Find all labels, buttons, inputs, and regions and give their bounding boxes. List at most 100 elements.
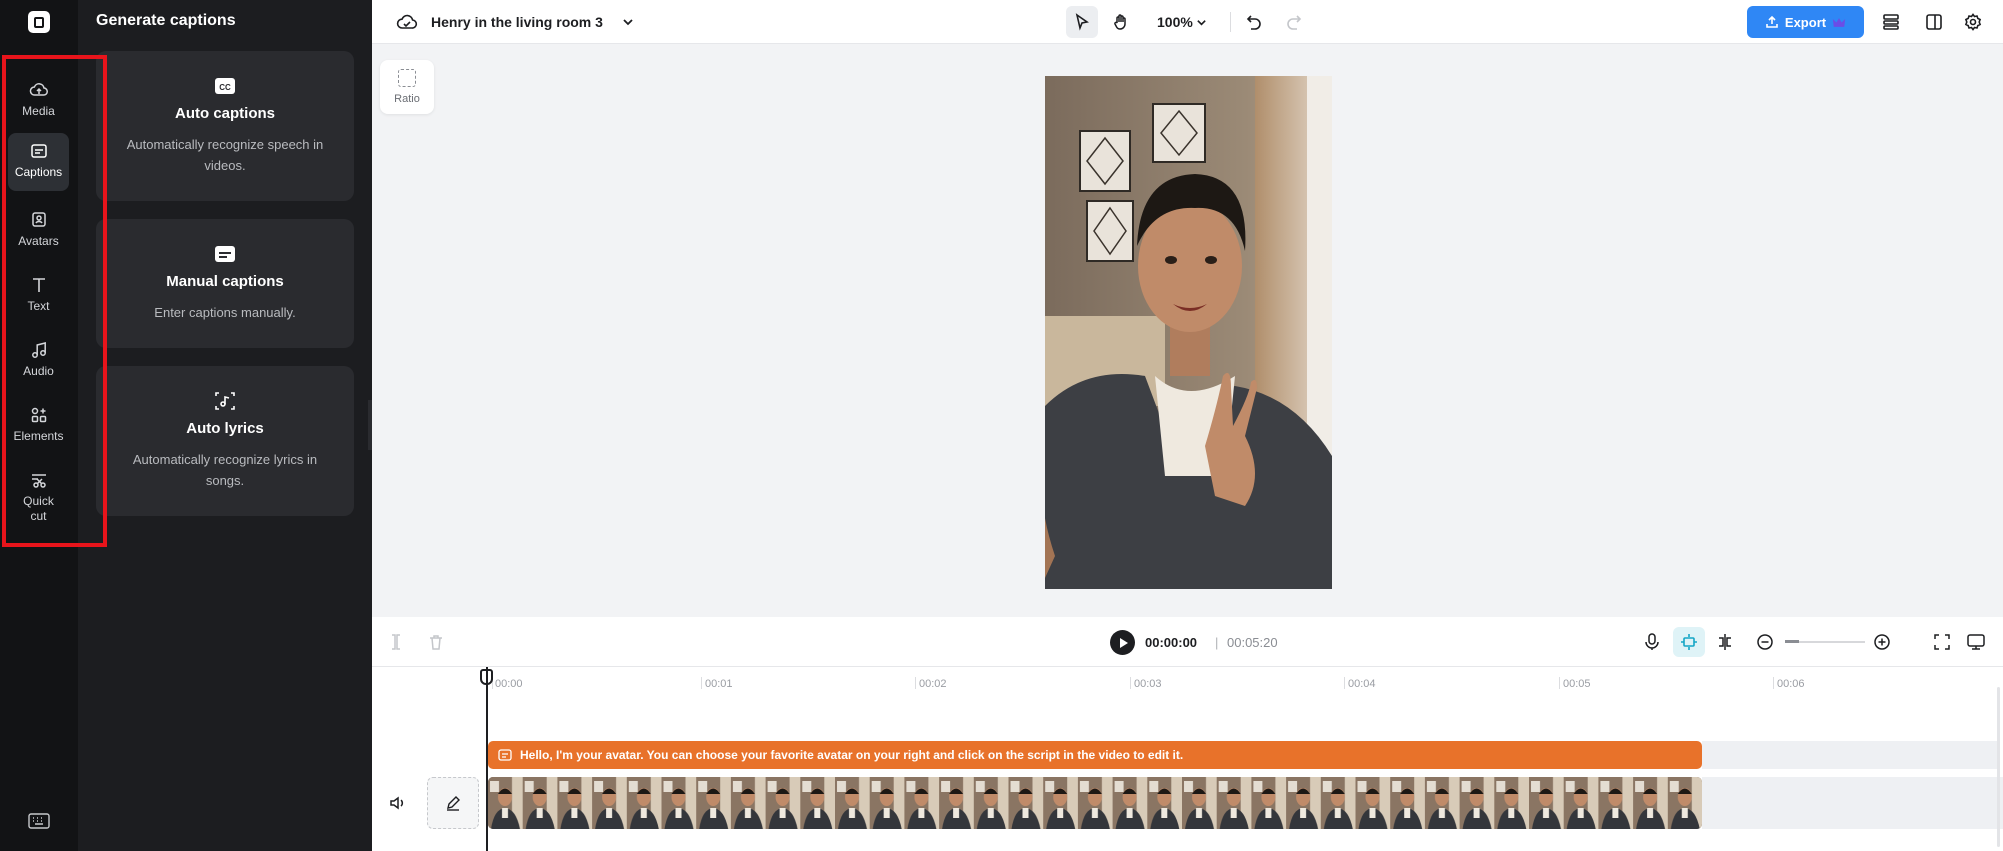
select-tool-button[interactable] [1066, 6, 1098, 38]
ruler-tick [701, 677, 702, 689]
total-time: 00:05:20 [1227, 635, 1278, 650]
gear-icon [1964, 13, 1982, 31]
project-title[interactable]: Henry in the living room 3 [431, 14, 603, 30]
panel-title: Generate captions [96, 12, 236, 29]
ruler-label: 00:03 [1134, 678, 1162, 690]
hand-tool-button[interactable] [1105, 6, 1137, 38]
cloud-upload-icon [29, 83, 48, 96]
auto-snap-button[interactable] [1673, 627, 1705, 657]
rail-item-elements[interactable]: Elements [8, 397, 69, 449]
ruler-tick [915, 677, 916, 689]
monitor-icon[interactable] [1966, 632, 1986, 652]
rail-item-text[interactable]: Text [8, 267, 69, 319]
caption-clip[interactable]: Hello, I'm your avatar. You can choose y… [488, 741, 1702, 769]
chevron-down-icon[interactable] [622, 16, 634, 28]
time-separator: | [1215, 635, 1219, 650]
chevron-down-icon[interactable] [1196, 17, 1207, 28]
current-time: 00:00:00 [1145, 635, 1198, 650]
split-panel-icon [1926, 14, 1942, 30]
timeline: 00:00 00:01 00:02 00:03 00:04 00:05 00:0… [372, 667, 2003, 851]
ratio-button[interactable]: Ratio [380, 60, 434, 114]
zoom-level[interactable]: 100% [1157, 14, 1193, 30]
app-logo-icon[interactable] [28, 11, 50, 33]
edit-cover-button[interactable] [427, 777, 479, 829]
app-window: Media Captions Avatars Text Audio Elemen… [0, 0, 2003, 851]
subtitle-icon [215, 246, 235, 262]
volume-icon[interactable] [388, 794, 406, 812]
align-center-icon[interactable] [1715, 632, 1735, 652]
captions-icon [498, 749, 512, 761]
video-preview[interactable] [1045, 76, 1332, 589]
ratio-icon [398, 69, 416, 87]
export-label: Export [1784, 14, 1827, 30]
zoom-in-icon[interactable] [1872, 632, 1892, 652]
upload-icon [1766, 15, 1778, 28]
settings-button[interactable] [1957, 6, 1989, 38]
captions-panel: Generate captions CC Auto captions Autom… [78, 0, 372, 851]
ruler-label: 00:06 [1777, 678, 1805, 690]
caption-track-empty [1702, 741, 1997, 769]
ratio-label: Ratio [394, 93, 420, 105]
rail-label: Elements [13, 429, 64, 443]
left-rail: Media Captions Avatars Text Audio Elemen… [0, 0, 78, 851]
hand-icon [1114, 14, 1126, 30]
crown-icon [1832, 18, 1846, 27]
manual-captions-card[interactable]: Manual captions Enter captions manually. [96, 219, 354, 348]
redo-button[interactable] [1278, 6, 1310, 38]
cloud-sync-icon[interactable] [396, 12, 418, 32]
preview-canvas: Ratio [372, 44, 2003, 617]
undo-icon [1246, 15, 1261, 30]
fit-screen-icon[interactable] [1932, 632, 1952, 652]
undo-button[interactable] [1238, 6, 1270, 38]
playhead[interactable] [486, 667, 488, 851]
microphone-icon[interactable] [1642, 632, 1662, 652]
rail-label: Captions [14, 165, 63, 179]
play-icon [1119, 637, 1128, 648]
video-thumbnails [488, 777, 1702, 829]
playback-bar: 00:00:00 | 00:05:20 [372, 617, 2003, 667]
zoom-out-icon[interactable] [1755, 632, 1775, 652]
layers-icon [1883, 14, 1899, 30]
card-desc: Automatically recognize lyrics in songs. [132, 452, 318, 488]
trash-icon[interactable] [426, 632, 446, 652]
rail-item-media[interactable]: Media [8, 72, 69, 124]
lyrics-icon [215, 392, 235, 410]
video-clip[interactable] [488, 777, 1702, 829]
export-button[interactable]: Export [1747, 6, 1864, 38]
svg-text:CC: CC [219, 83, 231, 92]
rail-item-audio[interactable]: Audio [8, 332, 69, 384]
card-title: Auto captions [175, 105, 275, 122]
split-icon[interactable] [386, 632, 406, 652]
ruler-label: 00:01 [705, 678, 733, 690]
cursor-icon [1075, 13, 1089, 31]
zoom-slider-fill [1785, 640, 1799, 643]
auto-lyrics-card[interactable]: Auto lyrics Automatically recognize lyri… [96, 366, 354, 516]
captions-icon [30, 144, 47, 158]
rail-item-avatars[interactable]: Avatars [8, 202, 69, 254]
layers-button[interactable] [1875, 6, 1907, 38]
keyboard-icon[interactable] [28, 813, 50, 829]
music-note-icon [31, 342, 46, 358]
cc-icon: CC [215, 78, 235, 94]
card-desc: Automatically recognize speech in videos… [126, 137, 324, 173]
top-bar: Henry in the living room 3 100% Export [372, 0, 2003, 44]
rail-item-quick-cut[interactable]: Quick cut [8, 462, 69, 530]
auto-captions-card[interactable]: CC Auto captions Automatically recognize… [96, 51, 354, 201]
redo-icon [1287, 15, 1302, 30]
rail-item-captions[interactable]: Captions [8, 133, 69, 191]
rail-label: Quick cut [23, 494, 54, 523]
pencil-icon [447, 796, 460, 811]
rail-label: Audio [23, 364, 54, 378]
avatar-video-frame [1045, 76, 1332, 589]
timeline-scrollbar[interactable] [1997, 687, 2000, 847]
play-button[interactable] [1110, 630, 1135, 655]
toolbar-divider [1230, 12, 1231, 32]
avatar-icon [31, 212, 46, 227]
rail-label: Text [27, 299, 50, 313]
elements-icon [31, 407, 46, 423]
caption-text: Hello, I'm your avatar. You can choose y… [520, 748, 1184, 762]
layout-button[interactable] [1918, 6, 1950, 38]
magnet-snap-icon [1681, 634, 1697, 650]
rail-label: Media [22, 104, 55, 118]
card-title: Auto lyrics [186, 420, 264, 437]
